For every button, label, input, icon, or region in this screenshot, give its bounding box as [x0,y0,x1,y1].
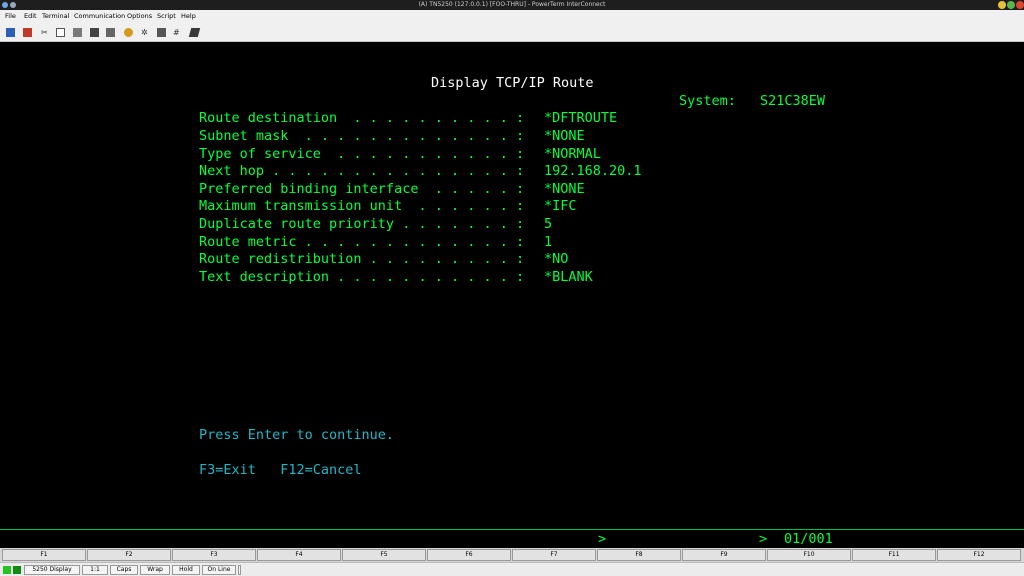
field-label-route-metric: Route metric . . . . . . . . . . . . . : [199,234,525,250]
f10-button[interactable]: F10 [767,549,851,561]
maximize-icon[interactable] [1007,1,1015,9]
keyboard-icon[interactable] [157,28,166,37]
status-display-type: 5250 Display [24,565,80,575]
menu-edit[interactable]: Edit [24,13,37,20]
status-caps: Caps [110,565,138,575]
f6-button[interactable]: F6 [427,549,511,561]
system-value: S21C38EW [760,93,826,109]
cut-icon[interactable]: ✂ [41,28,50,37]
press-enter-message: Press Enter to continue. [199,427,395,443]
field-label-text-description: Text description . . . . . . . . . . . : [199,269,525,285]
macro-icon[interactable]: ✲ [141,28,150,37]
f8-button[interactable]: F8 [597,549,681,561]
window-title-bar: (A) TN5250 (127.0.0.1) [FOO-THRU] - Powe… [0,0,1024,10]
menu-file[interactable]: File [5,13,16,20]
screen-title: Display TCP/IP Route [431,75,594,91]
status-online: On Line [202,565,236,575]
field-label-preferred-binding-interface: Preferred binding interface . . . . . : [199,181,525,197]
field-label-duplicate-route-priority: Duplicate route priority . . . . . . . : [199,216,525,232]
f9-button[interactable]: F9 [682,549,766,561]
status-hold: Hold [172,565,200,575]
status-arrow: > [598,531,607,547]
settings-icon[interactable] [124,28,133,37]
f11-button[interactable]: F11 [852,549,936,561]
menu-options[interactable]: Options [127,13,152,20]
function-key-legend: F3=Exit F12=Cancel [199,462,362,478]
status-bar: 5250 Display 1:1 Caps Wrap Hold On Line [0,562,1024,576]
function-key-bar: F1 F2 F3 F4 F5 F6 F7 F8 F9 F10 F11 F12 [0,548,1024,562]
connection-led-icon [3,566,11,574]
status-wrap: Wrap [140,565,170,575]
paste-icon[interactable] [73,28,82,37]
toolbar: ✂ ✲ # [0,23,1024,42]
f3-button[interactable]: F3 [172,549,256,561]
f5-button[interactable]: F5 [342,549,426,561]
grid-icon[interactable]: # [173,28,182,37]
f12-button[interactable]: F12 [937,549,1021,561]
field-value-preferred-binding-interface: *NONE [544,181,585,197]
status-extra-panel [238,565,241,575]
field-value-route-destination: *DFTROUTE [544,110,618,126]
field-label-subnet-mask: Subnet mask . . . . . . . . . . . . . : [199,128,525,144]
connect-icon[interactable] [6,28,15,37]
field-label-type-of-service: Type of service . . . . . . . . . . . : [199,146,525,162]
activity-led-icon [13,566,21,574]
copy-icon[interactable] [56,28,65,37]
disconnect-icon[interactable] [23,28,32,37]
menu-communication[interactable]: Communication [74,13,125,20]
menu-terminal[interactable]: Terminal [42,13,69,20]
field-value-next-hop: 192.168.20.1 [544,163,642,179]
field-value-maximum-transmission-unit: *IFC [544,198,577,214]
minimize-icon[interactable] [998,1,1006,9]
window-title: (A) TN5250 (127.0.0.1) [FOO-THRU] - Powe… [418,1,606,8]
field-label-maximum-transmission-unit: Maximum transmission unit . . . . . . : [199,198,525,214]
field-value-route-redistribution: *NO [544,251,569,267]
f1-button[interactable]: F1 [2,549,86,561]
field-value-text-description: *BLANK [544,269,593,285]
field-value-subnet-mask: *NONE [544,128,585,144]
system-label: System: [679,93,736,109]
field-label-route-destination: Route destination . . . . . . . . . . : [199,110,525,126]
field-value-duplicate-route-priority: 5 [544,216,553,232]
close-icon[interactable] [1016,1,1024,9]
page-indicator: 01/001 [784,531,833,547]
menu-help[interactable]: Help [181,13,196,20]
menu-script[interactable]: Script [157,13,176,20]
f7-button[interactable]: F7 [512,549,596,561]
status-line-divider [0,529,1024,530]
f2-button[interactable]: F2 [87,549,171,561]
field-value-route-metric: 1 [544,234,553,250]
print-icon[interactable] [90,28,99,37]
f4-button[interactable]: F4 [257,549,341,561]
field-label-route-redistribution: Route redistribution . . . . . . . . . : [199,251,525,267]
status-ratio: 1:1 [82,565,108,575]
menu-bar: File Edit Terminal Communication Options… [0,10,1024,23]
print-screen-icon[interactable] [106,28,115,37]
field-label-next-hop: Next hop . . . . . . . . . . . . . . . : [199,163,525,179]
status-arrow-2: > [759,531,768,547]
terminal-screen[interactable]: Display TCP/IP Route System: S21C38EW Ro… [0,42,1024,547]
field-value-type-of-service: *NORMAL [544,146,601,162]
book-icon[interactable] [188,28,201,37]
